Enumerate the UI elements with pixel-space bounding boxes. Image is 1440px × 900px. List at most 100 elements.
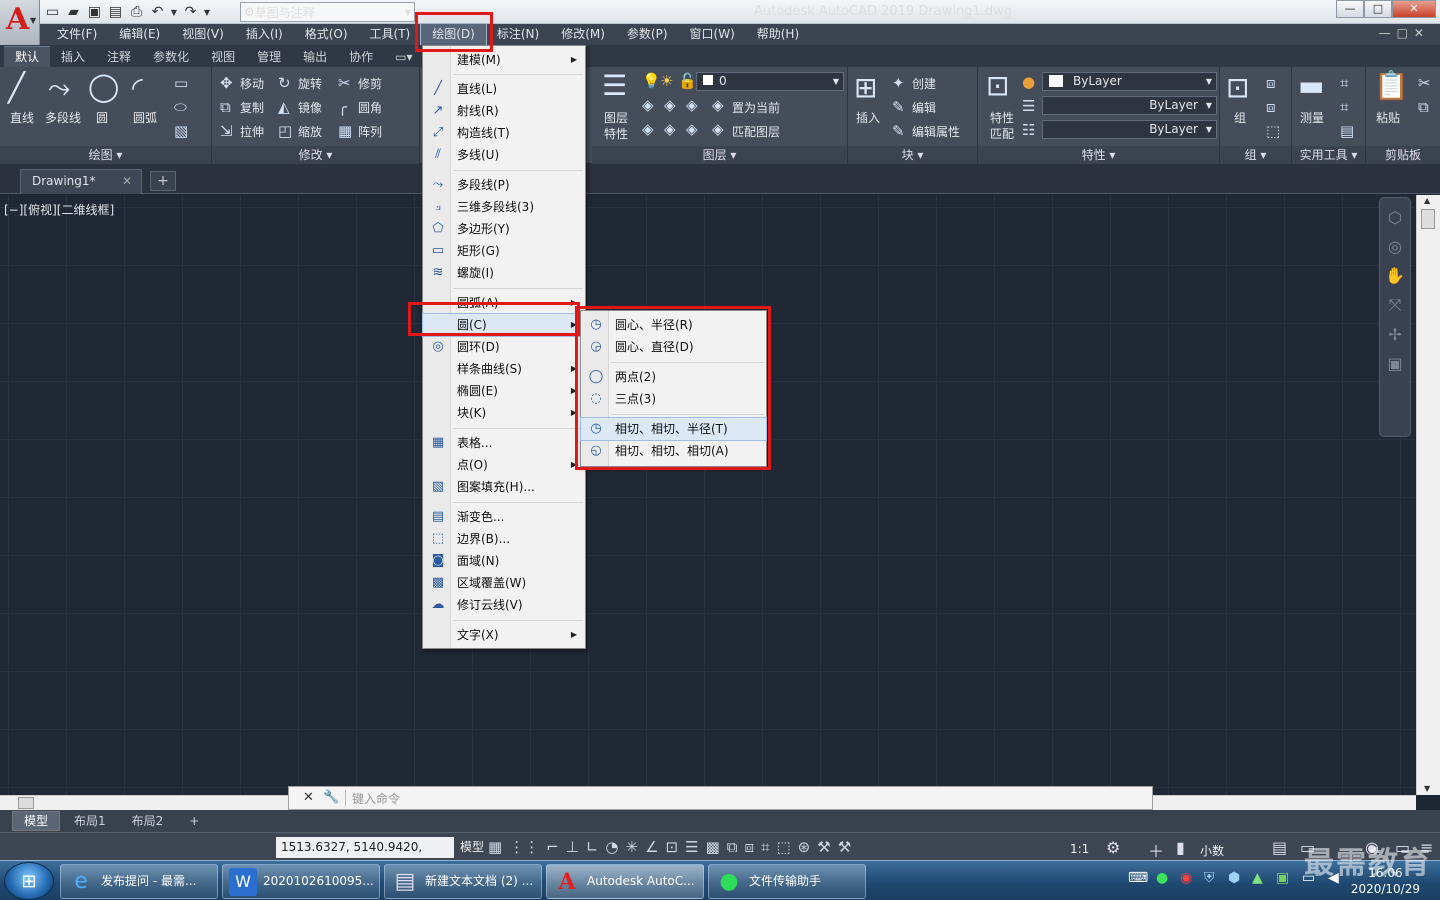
zoom-extents-icon[interactable]: ⤧ bbox=[1380, 295, 1410, 315]
rotate-icon[interactable]: ↻ bbox=[278, 75, 291, 91]
drawing-canvas[interactable] bbox=[0, 195, 1415, 795]
menu-item-table[interactable]: ▦ 表格... bbox=[423, 432, 585, 454]
tab-manage[interactable]: 管理 bbox=[246, 47, 292, 67]
wechat-tray-icon[interactable]: ● bbox=[1156, 870, 1168, 886]
mirror-label[interactable]: 镜像 bbox=[298, 99, 322, 116]
coordinates-readout[interactable]: 1513.6327, 5140.9420, 0.0000 bbox=[276, 837, 454, 875]
tab-annotate[interactable]: 注释 bbox=[96, 47, 142, 67]
scale-label[interactable]: 缩放 bbox=[298, 123, 322, 140]
line-tool-icon[interactable]: ╱ bbox=[8, 73, 25, 103]
application-menu-button[interactable]: A ▼ bbox=[0, 0, 40, 45]
edit-attribute-label[interactable]: 编辑属性 bbox=[912, 123, 960, 140]
insert-block-label[interactable]: 插入 bbox=[856, 109, 880, 126]
insert-block-icon[interactable]: ⊞ bbox=[854, 73, 877, 103]
workspace-gear-icon[interactable]: ⚙ bbox=[1106, 838, 1120, 857]
match-properties-label-1[interactable]: 特性 bbox=[990, 109, 1014, 126]
current-layer-dropdown[interactable]: 0 ▼ bbox=[696, 72, 844, 91]
menu-tools[interactable]: 工具(T) bbox=[359, 24, 422, 45]
redo-icon[interactable]: ↷ bbox=[182, 4, 199, 21]
rectangle-icon[interactable]: ▭ bbox=[174, 75, 188, 91]
edit-block-label[interactable]: 编辑 bbox=[912, 99, 936, 116]
submenu-item-ttt[interactable]: ◵ 相切、相切、相切(A) bbox=[581, 440, 766, 462]
match-properties-icon[interactable]: ⊡ bbox=[986, 71, 1009, 101]
menu-file[interactable]: 文件(F) bbox=[46, 24, 108, 45]
trim-label[interactable]: 修剪 bbox=[358, 75, 382, 92]
workspace-selector[interactable]: ⚙ 草图与注释 ▼ bbox=[240, 2, 415, 22]
match-layer-icon[interactable]: ◈ bbox=[712, 121, 724, 137]
menu-insert[interactable]: 插入(I) bbox=[235, 24, 294, 45]
cube-tray-icon[interactable]: ⬢ bbox=[1228, 870, 1240, 886]
object-snap-icon[interactable]: ⊡ bbox=[666, 838, 679, 856]
create-block-icon[interactable]: ✦ bbox=[892, 75, 905, 91]
fillet-icon[interactable]: ╭ bbox=[338, 99, 347, 115]
calculator-icon[interactable]: ▤ bbox=[1340, 123, 1354, 139]
tab-collaborate[interactable]: 协作 bbox=[338, 47, 384, 67]
network-tray-icon[interactable]: ▲ bbox=[1252, 870, 1263, 886]
gizmo-icon[interactable]: ⊛ bbox=[798, 838, 811, 856]
taskbar-item-ie[interactable]: e 发布提问 - 最需... bbox=[60, 864, 218, 899]
redo-dropdown-icon[interactable]: ▼ bbox=[203, 4, 211, 21]
open-folder-icon[interactable]: ▰ bbox=[65, 4, 82, 21]
menu-item-text[interactable]: 文字(X) ▶ bbox=[423, 624, 585, 646]
stretch-icon[interactable]: ⇲ bbox=[220, 123, 233, 139]
clipboard-panel-title[interactable]: 剪贴板 bbox=[1366, 146, 1440, 164]
add-layout-button[interactable]: + bbox=[177, 811, 211, 831]
taskbar-item-notepad[interactable]: ▤ 新建文本文档 (2) ... bbox=[384, 864, 542, 899]
layer-tool-icon[interactable]: ◈ bbox=[686, 121, 698, 137]
circle-tool-icon[interactable]: ◯ bbox=[88, 72, 119, 102]
scale-icon[interactable]: ◰ bbox=[278, 123, 292, 139]
menu-dimension[interactable]: 标注(N) bbox=[486, 24, 550, 45]
menu-item-helix[interactable]: ≋ 螺旋(I) bbox=[423, 262, 585, 284]
steering-wheel-icon[interactable]: ◎ bbox=[1380, 237, 1410, 256]
tab-output[interactable]: 输出 bbox=[292, 47, 338, 67]
create-block-label[interactable]: 创建 bbox=[912, 75, 936, 92]
menu-item-polygon[interactable]: ⬠ 多边形(Y) bbox=[423, 218, 585, 240]
ortho-icon[interactable]: ∟ bbox=[586, 838, 599, 856]
layer-tool-icon[interactable]: ◈ bbox=[664, 121, 676, 137]
menu-help[interactable]: 帮助(H) bbox=[746, 24, 810, 45]
clock[interactable]: 16:06 2020/10/29 bbox=[1351, 865, 1420, 897]
scroll-thumb[interactable] bbox=[1421, 209, 1435, 229]
menu-item-modeling[interactable]: 建模(M) ▶ bbox=[423, 49, 585, 71]
cut-icon[interactable]: ✂ bbox=[1418, 75, 1431, 91]
menu-item-mline[interactable]: ⫽ 多线(U) bbox=[423, 144, 585, 166]
color-dropdown[interactable]: ByLayer ▼ bbox=[1042, 72, 1217, 91]
hatch-icon[interactable]: ▧ bbox=[174, 123, 188, 139]
orbit-icon[interactable]: ✢ bbox=[1380, 325, 1410, 344]
move-icon[interactable]: ✥ bbox=[220, 75, 233, 91]
viewcube-icon[interactable]: ⬡ bbox=[1380, 208, 1410, 227]
menu-item-wipeout[interactable]: ▩ 区域覆盖(W) bbox=[423, 572, 585, 594]
menu-item-circle[interactable]: 圆(C) ▶ bbox=[422, 313, 586, 337]
menu-item-donut[interactable]: ◎ 圆环(D) bbox=[423, 336, 585, 358]
menu-item-hatch[interactable]: ▧ 图案填充(H)... bbox=[423, 476, 585, 498]
layer-properties-label-2[interactable]: 特性 bbox=[604, 125, 628, 142]
arc-tool-label[interactable]: 圆弧 bbox=[133, 109, 157, 126]
move-label[interactable]: 移动 bbox=[240, 75, 264, 92]
polar-icon[interactable]: ◔ bbox=[605, 838, 618, 856]
tab-layout1[interactable]: 布局1 bbox=[62, 811, 118, 831]
menu-item-ray[interactable]: ↗ 射线(R) bbox=[423, 100, 585, 122]
layer-tool-icon[interactable]: ◈ bbox=[686, 97, 698, 113]
menu-item-point[interactable]: 点(O) ▶ bbox=[423, 454, 585, 476]
menu-item-revcloud[interactable]: ☁ 修订云线(V) bbox=[423, 594, 585, 616]
fillet-label[interactable]: 圆角 bbox=[358, 99, 382, 116]
copy-label[interactable]: 复制 bbox=[240, 99, 264, 116]
utilities-panel-title[interactable]: 实用工具 ▾ bbox=[1292, 146, 1365, 164]
taskbar-item-wechat[interactable]: ● 文件传输助手 bbox=[708, 864, 866, 899]
showmotion-icon[interactable]: ▣ bbox=[1380, 354, 1410, 373]
menu-item-rectangle[interactable]: ▭ 矩形(G) bbox=[423, 240, 585, 262]
modify-panel-title[interactable]: 修改 ▾ bbox=[212, 146, 419, 164]
submenu-item-ttr[interactable]: ◷ 相切、相切、半径(T) bbox=[580, 417, 767, 441]
arc-tool-icon[interactable]: ◜ bbox=[132, 73, 143, 103]
nvidia-icon[interactable]: ▣ bbox=[1276, 870, 1289, 886]
menu-parametric[interactable]: 参数(P) bbox=[616, 24, 679, 45]
tab-parametric[interactable]: 参数化 bbox=[142, 47, 200, 67]
ribbon-toggle-icon[interactable]: ▭▾ bbox=[384, 47, 423, 67]
scroll-down-icon[interactable]: ▼ bbox=[1424, 784, 1430, 793]
color-wheel-icon[interactable]: ● bbox=[1022, 74, 1035, 90]
group-select-icon[interactable]: ⬚ bbox=[1266, 123, 1280, 139]
dynamic-ucs-icon[interactable]: ⌗ bbox=[761, 838, 769, 856]
measure-label[interactable]: 测量 bbox=[1300, 109, 1324, 126]
security-tray-icon[interactable]: ◉ bbox=[1180, 870, 1192, 886]
shield-icon[interactable]: ⛨ bbox=[1204, 870, 1215, 886]
